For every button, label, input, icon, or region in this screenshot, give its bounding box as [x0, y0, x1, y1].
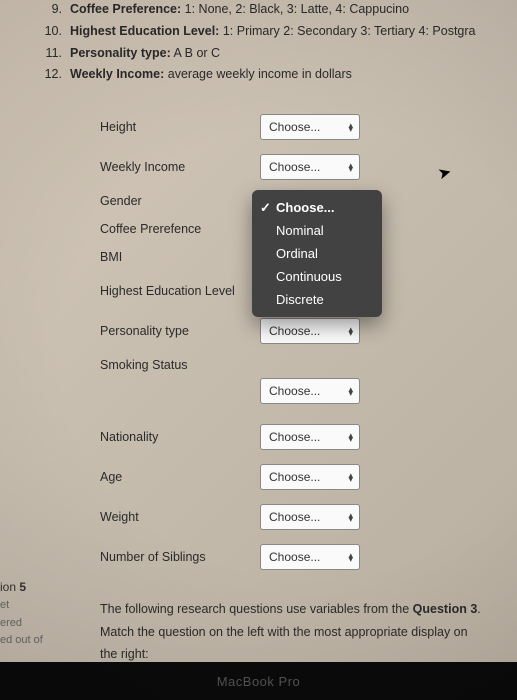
form-row-gender: Gender Choose... Nominal Ordinal Continu…: [100, 194, 487, 208]
question-ref: Question 3: [413, 602, 478, 616]
updown-icon: ▴▾: [348, 433, 353, 442]
form-row-smoking: Smoking Status: [100, 358, 487, 372]
instruction-line: The following research questions use var…: [100, 598, 487, 621]
gender-dropdown-menu[interactable]: Choose... Nominal Ordinal Continuous Dis…: [252, 190, 382, 317]
item-number: 12.: [40, 65, 62, 84]
select-value: Choose...: [269, 510, 320, 524]
sidebar-text: ered: [0, 615, 43, 633]
updown-icon: ▴▾: [348, 387, 353, 396]
form-row-height: Height Choose... ▴▾: [100, 114, 487, 140]
sidebar-text: ed out of: [0, 632, 43, 650]
select-value: Choose...: [269, 160, 320, 174]
device-label: MacBook Pro: [217, 674, 301, 689]
list-item: 12. Weekly Income: average weekly income…: [40, 65, 487, 84]
form-row-personality: Personality type Choose... ▴▾: [100, 318, 487, 344]
dropdown-option-choose[interactable]: Choose...: [252, 196, 382, 219]
weekly-income-select[interactable]: Choose... ▴▾: [260, 154, 360, 180]
question-sidebar-fragment: ion 5 et ered ed out of: [0, 578, 43, 650]
dropdown-option-nominal[interactable]: Nominal: [252, 219, 382, 242]
personality-select[interactable]: Choose... ▴▾: [260, 318, 360, 344]
height-select[interactable]: Choose... ▴▾: [260, 114, 360, 140]
list-item: 11. Personality type: A B or C: [40, 44, 487, 63]
select-value: Choose...: [269, 120, 320, 134]
dropdown-option-discrete[interactable]: Discrete: [252, 288, 382, 311]
item-desc: 1: Primary 2: Secondary 3: Tertiary 4: P…: [223, 24, 476, 38]
variable-definitions: 9. Coffee Preference: 1: None, 2: Black,…: [40, 0, 487, 84]
item-label: Personality type:: [70, 46, 171, 60]
instruction-line: Match the question on the left with the …: [100, 621, 487, 666]
dropdown-option-continuous[interactable]: Continuous: [252, 265, 382, 288]
item-number: 9.: [40, 0, 62, 19]
field-label: Number of Siblings: [100, 550, 260, 564]
field-label: Personality type: [100, 324, 260, 338]
form-row-siblings: Number of Siblings Choose... ▴▾: [100, 544, 487, 570]
updown-icon: ▴▾: [348, 513, 353, 522]
select-value: Choose...: [269, 550, 320, 564]
item-desc: average weekly income in dollars: [168, 67, 352, 81]
field-label: Gender: [100, 194, 260, 208]
sidebar-text: et: [0, 597, 43, 615]
form-row-age: Age Choose... ▴▾: [100, 464, 487, 490]
field-label: Highest Education Level: [100, 284, 260, 298]
updown-icon: ▴▾: [348, 123, 353, 132]
instructions-block: The following research questions use var…: [100, 598, 487, 666]
macos-dock-label: MacBook Pro: [0, 662, 517, 700]
item-desc: A B or C: [174, 46, 221, 60]
updown-icon: ▴▾: [348, 553, 353, 562]
select-value: Choose...: [269, 324, 320, 338]
field-label: Coffee Prerefence: [100, 222, 260, 236]
variable-type-form: Height Choose... ▴▾ Weekly Income Choose…: [100, 114, 487, 570]
dropdown-option-ordinal[interactable]: Ordinal: [252, 242, 382, 265]
question-number: ion 5: [0, 578, 43, 597]
list-item: 9. Coffee Preference: 1: None, 2: Black,…: [40, 0, 487, 19]
instr-text: The following research questions use var…: [100, 602, 413, 616]
weight-select[interactable]: Choose... ▴▾: [260, 504, 360, 530]
item-number: 10.: [40, 22, 62, 41]
select-value: Choose...: [269, 470, 320, 484]
form-row-weight: Weight Choose... ▴▾: [100, 504, 487, 530]
updown-icon: ▴▾: [348, 327, 353, 336]
item-label: Coffee Preference:: [70, 2, 181, 16]
updown-icon: ▴▾: [348, 473, 353, 482]
form-row-smoking-select: Choose... ▴▾: [260, 378, 487, 404]
item-label: Weekly Income:: [70, 67, 164, 81]
select-value: Choose...: [269, 430, 320, 444]
instr-text: .: [477, 602, 480, 616]
item-label: Highest Education Level:: [70, 24, 219, 38]
field-label: Age: [100, 470, 260, 484]
field-label: Nationality: [100, 430, 260, 444]
item-number: 11.: [40, 44, 62, 63]
siblings-select[interactable]: Choose... ▴▾: [260, 544, 360, 570]
updown-icon: ▴▾: [348, 163, 353, 172]
age-select[interactable]: Choose... ▴▾: [260, 464, 360, 490]
item-desc: 1: None, 2: Black, 3: Latte, 4: Cappucin…: [185, 2, 409, 16]
form-row-weekly-income: Weekly Income Choose... ▴▾: [100, 154, 487, 180]
select-value: Choose...: [269, 384, 320, 398]
form-row-nationality: Nationality Choose... ▴▾: [100, 424, 487, 450]
field-label: Smoking Status: [100, 358, 260, 372]
field-label: BMI: [100, 250, 260, 264]
field-label: Height: [100, 120, 260, 134]
smoking-select[interactable]: Choose... ▴▾: [260, 378, 360, 404]
nationality-select[interactable]: Choose... ▴▾: [260, 424, 360, 450]
field-label: Weekly Income: [100, 160, 260, 174]
list-item: 10. Highest Education Level: 1: Primary …: [40, 22, 487, 41]
field-label: Weight: [100, 510, 260, 524]
